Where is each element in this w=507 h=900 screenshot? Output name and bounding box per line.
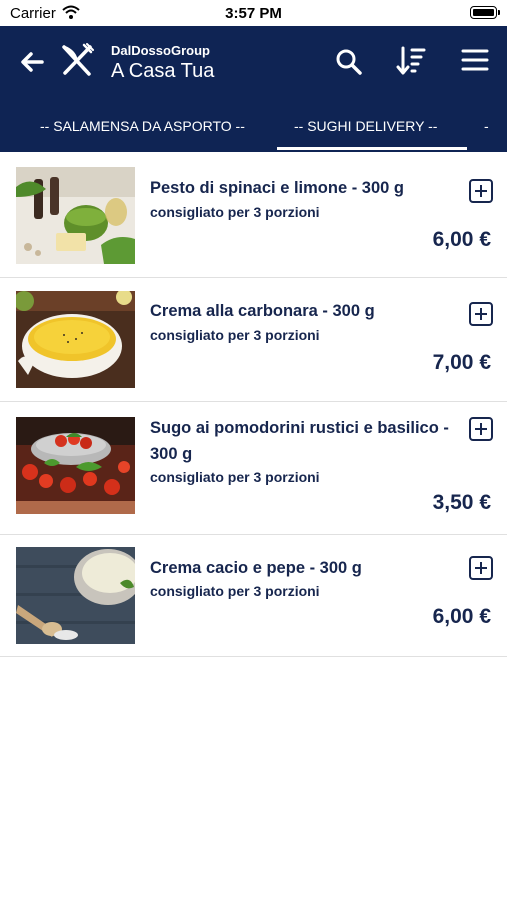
category-tabs: -- SALAMENSA DA ASPORTO -- -- SUGHI DELI…	[0, 112, 507, 152]
fork-knife-icon	[62, 43, 94, 76]
tomato-sauce-image	[16, 417, 135, 514]
tab-salamensa-da-asporto[interactable]: -- SALAMENSA DA ASPORTO --	[40, 112, 245, 152]
product-price: 6,00 €	[432, 228, 491, 251]
app-header: DalDossoGroup A Casa Tua -- SALAMENSA DA…	[0, 26, 507, 152]
product-name: Crema alla carbonara - 300 g	[150, 302, 375, 320]
product-name: Crema cacio e pepe - 300 g	[150, 559, 362, 577]
product-item[interactable]: Sugo ai pomodorini rustici e basilico - …	[0, 402, 507, 535]
product-portions: consigliato per 3 porzioni	[150, 327, 320, 343]
product-item[interactable]: Pesto di spinaci e limone - 300 g consig…	[0, 152, 507, 278]
sort-icon[interactable]	[396, 45, 426, 77]
product-price: 3,50 €	[432, 491, 491, 514]
status-bar: Carrier 3:57 PM	[0, 0, 507, 26]
add-to-cart-button[interactable]	[469, 179, 493, 203]
product-portions: consigliato per 3 porzioni	[150, 469, 320, 485]
menu-icon[interactable]	[461, 48, 489, 72]
app-title: A Casa Tua	[111, 60, 215, 82]
cacio-pepe-image	[16, 547, 135, 644]
battery-icon	[470, 6, 500, 19]
product-portions: consigliato per 3 porzioni	[150, 204, 320, 220]
add-to-cart-button[interactable]	[469, 556, 493, 580]
product-portions: consigliato per 3 porzioni	[150, 583, 320, 599]
back-arrow-icon[interactable]	[18, 48, 46, 76]
selected-tab-indicator	[277, 147, 467, 150]
status-time: 3:57 PM	[225, 5, 282, 22]
add-to-cart-button[interactable]	[469, 417, 493, 441]
product-price: 6,00 €	[432, 605, 491, 628]
tab-sughi-delivery[interactable]: -- SUGHI DELIVERY --	[294, 112, 437, 152]
tab-next-category[interactable]: -	[484, 112, 489, 152]
product-name: Sugo ai pomodorini rustici e basilico - …	[150, 419, 449, 463]
add-to-cart-button[interactable]	[469, 302, 493, 326]
brand-group-name: DalDossoGroup	[111, 43, 210, 58]
product-name: Pesto di spinaci e limone - 300 g	[150, 179, 404, 197]
product-item[interactable]: Crema alla carbonara - 300 g consigliato…	[0, 278, 507, 402]
carbonara-image	[16, 291, 135, 388]
search-icon[interactable]	[335, 48, 363, 76]
product-price: 7,00 €	[432, 351, 491, 374]
pesto-image	[16, 167, 135, 264]
product-item[interactable]: Crema cacio e pepe - 300 g consigliato p…	[0, 535, 507, 657]
